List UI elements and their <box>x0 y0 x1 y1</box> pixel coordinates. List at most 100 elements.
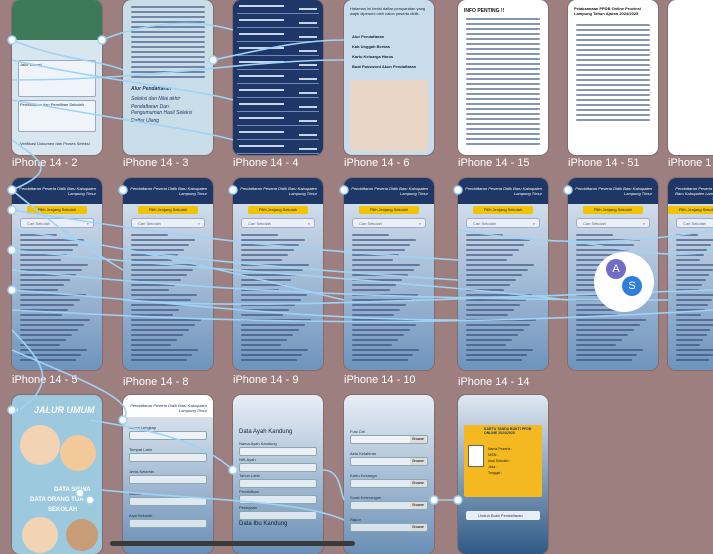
list-item: Kartu Keluarga Harus <box>352 54 394 59</box>
list-item[interactable] <box>237 144 319 154</box>
frame-label: iPhone 14 - 9 <box>233 374 299 386</box>
search-input[interactable]: Cari Sekolah⌕ <box>576 218 650 228</box>
field-label: Nama Ayah Kandung <box>239 441 277 446</box>
list-item[interactable] <box>237 74 319 84</box>
browse-button[interactable]: Browse <box>410 480 426 487</box>
list-item[interactable] <box>237 18 319 28</box>
header-title: Pendaftaran Peserta Didik Baru Kabupaten… <box>351 186 428 196</box>
frame-label: iPhone 14 - 8 <box>123 376 189 388</box>
text-field[interactable] <box>129 475 207 484</box>
back-icon[interactable]: ‹ <box>16 405 19 414</box>
search-icon: ⌕ <box>418 221 421 226</box>
header-title: Pendaftaran Peserta Didik Baru Kabupaten… <box>465 186 542 196</box>
section-title: Jalur Zonasi <box>20 62 42 67</box>
menu-item[interactable]: DATA ORANG TUA <box>30 497 84 503</box>
text-field[interactable] <box>239 447 317 456</box>
browse-button[interactable]: Browse <box>410 436 426 443</box>
list-item[interactable] <box>237 130 319 140</box>
frame-sekolah-list[interactable]: Pendaftaran Peserta Didik Baru Kabupaten… <box>123 178 213 370</box>
illustration-people <box>20 425 60 465</box>
search-input[interactable]: Cari Sekolah⌕ <box>20 218 94 228</box>
section-title: Verifikasi Dokumen dan Proses Seleksi <box>20 141 90 146</box>
text-field[interactable]: Browse <box>350 457 428 466</box>
search-icon: ⌕ <box>86 221 89 226</box>
text-field[interactable] <box>239 463 317 472</box>
section-title: Pendaftaran dan Pemilihan Sekolah <box>20 102 84 107</box>
text-field[interactable]: Browse <box>350 435 428 444</box>
browse-button[interactable]: Browse <box>410 524 426 531</box>
list-item[interactable] <box>237 116 319 126</box>
illustration-people <box>60 435 96 471</box>
frame-sekolah-list[interactable]: Pendaftaran Peserta Didik Baru Kabupaten… <box>12 178 102 370</box>
frame-sekolah-list[interactable]: Pendaftaran Peserta Didik Baru Kabupaten… <box>668 178 713 370</box>
list-item[interactable] <box>237 46 319 56</box>
frame-kartu-bukti[interactable]: KARTU TANDA BUKTI PPDB ONLINE 2024/2025 … <box>458 395 548 554</box>
list-item[interactable] <box>237 4 319 14</box>
search-input[interactable]: Cari Sekolah⌕ <box>241 218 315 228</box>
jenjang-banner[interactable]: Pilih Jenjang Sekolah <box>27 206 87 214</box>
jenjang-banner[interactable]: Pilih Jenjang Sekolah <box>473 206 533 214</box>
field-label: Akta Kelahiran <box>350 451 377 456</box>
text-field[interactable] <box>239 511 317 520</box>
frame-iphone-14-51[interactable]: Pelaksanaan PPDB Online Provinsi Lampung… <box>568 0 658 155</box>
search-icon: ⌕ <box>307 221 310 226</box>
frame-sekolah-list[interactable]: Pendaftaran Peserta Didik Baru Kabupaten… <box>344 178 434 370</box>
menu-item[interactable]: SEKOLAH <box>48 507 77 513</box>
search-input[interactable]: Cari Sekolah⌕ <box>676 218 713 228</box>
frame-upload[interactable]: Foto Diri Browse Akta Kelahiran Browse Kartu… <box>344 395 434 554</box>
text-field[interactable] <box>129 453 207 462</box>
field-label: Asal Sekolah <box>129 513 153 518</box>
browse-button[interactable]: Browse <box>410 502 426 509</box>
frame-iphone-14-2[interactable]: Jalur Zonasi Pendaftaran dan Pemilihan S… <box>12 0 102 155</box>
frame-jalur-umum[interactable]: ‹ JALUR UMUM DATA SISWA DATA ORANG TUA S… <box>12 395 102 554</box>
page-title: JALUR UMUM <box>34 405 95 415</box>
text-field[interactable]: Browse <box>350 523 428 532</box>
jenjang-banner[interactable]: Pilih Jenjang Sekolah <box>138 206 198 214</box>
header-title: Pendaftaran Peserta Didik Baru Kabupaten… <box>675 186 713 201</box>
frame-iphone-14-15[interactable]: INFO PENTING !! <box>458 0 548 155</box>
list-item[interactable] <box>237 88 319 98</box>
field-label: Foto Diri <box>350 429 366 434</box>
frame-sekolah-list[interactable]: Pendaftaran Peserta Didik Baru Kabupaten… <box>233 178 323 370</box>
frame-label: iPhone 14 - 15 <box>458 157 530 169</box>
frame-iphone-14-4[interactable] <box>233 0 323 155</box>
search-input[interactable]: Cari Sekolah⌕ <box>131 218 205 228</box>
frame-form-ortu[interactable]: Data Ayah Kandung Nama Ayah Kandung NIK A… <box>233 395 323 554</box>
text-field[interactable] <box>129 497 207 506</box>
frame-label: iPhone 14 - 2 <box>12 157 78 169</box>
menu-item[interactable]: DATA SISWA <box>54 487 91 493</box>
frame-label: iPhone 1 <box>668 157 712 169</box>
list-item[interactable] <box>237 32 319 42</box>
avatar[interactable]: A <box>606 259 626 279</box>
card-field: Tanggal : <box>488 471 503 475</box>
header-title: Pendaftaran Peserta Didik Baru Kabupaten… <box>130 403 207 413</box>
intro-text: Halaman ini berisi daftar persyaratan ya… <box>350 6 426 16</box>
frame-label: iPhone 14 - 5 <box>12 374 78 386</box>
text-field[interactable] <box>129 431 207 440</box>
jenjang-banner[interactable]: Pilih Jenjang Sekolah <box>668 206 713 214</box>
search-input[interactable]: Cari Sekolah⌕ <box>352 218 426 228</box>
horizontal-scrollbar[interactable] <box>110 541 355 546</box>
text-field[interactable]: Browse <box>350 501 428 510</box>
jenjang-banner[interactable]: Pilih Jenjang Sekolah <box>359 206 419 214</box>
frame-label: iPhone 14 - 10 <box>344 374 416 386</box>
avatar[interactable]: S <box>622 276 642 296</box>
frame-sekolah-list[interactable]: Pendaftaran Peserta Didik Baru Kabupaten… <box>458 178 548 370</box>
download-button[interactable]: Unduh Bukti Pendaftaran <box>466 511 540 520</box>
text-field[interactable] <box>239 495 317 504</box>
frame-iphone-14-6[interactable]: Halaman ini berisi daftar persyaratan ya… <box>344 0 434 155</box>
frame-label: iPhone 14 - 3 <box>123 157 189 169</box>
search-icon: ⌕ <box>532 221 535 226</box>
browse-button[interactable]: Browse <box>410 458 426 465</box>
search-input[interactable]: Cari Sekolah⌕ <box>466 218 540 228</box>
frame-iphone-14-3[interactable]: Alur Pendaftaran Seleksi dan Nilai akhir… <box>123 0 213 155</box>
list-item[interactable] <box>237 102 319 112</box>
frame-form-siswa[interactable]: Pendaftaran Peserta Didik Baru Kabupaten… <box>123 395 213 554</box>
list-item[interactable] <box>237 60 319 70</box>
frame-iphone-partial[interactable] <box>668 0 713 155</box>
jenjang-banner[interactable]: Pilih Jenjang Sekolah <box>248 206 308 214</box>
text-field[interactable] <box>239 479 317 488</box>
text-field[interactable]: Browse <box>350 479 428 488</box>
text-field[interactable] <box>129 519 207 528</box>
jenjang-banner[interactable]: Pilih Jenjang Sekolah <box>583 206 643 214</box>
